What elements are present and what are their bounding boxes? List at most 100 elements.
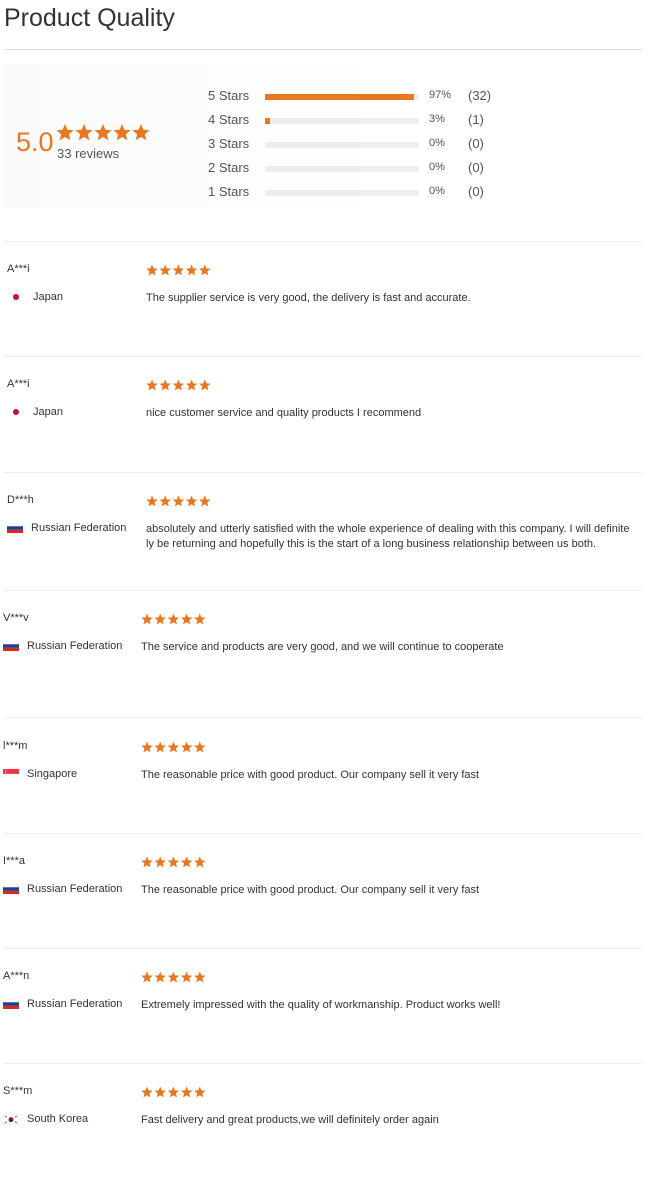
star-icon: [75, 124, 93, 141]
review-text: nice customer service and quality produc…: [146, 406, 421, 421]
review-text-line: The reasonable price with good product. …: [141, 769, 480, 781]
review-text-line: The reasonable price with good product. …: [141, 884, 480, 896]
reviewer-country: Russian Federation: [3, 640, 122, 652]
star-icon: [199, 495, 211, 507]
japan-flag-icon: [13, 409, 19, 415]
average-stars: [56, 124, 152, 147]
south-korea-flag-icon: [3, 1113, 19, 1125]
breakdown-percent: 0%: [429, 185, 445, 197]
review-item: S***m South Korea Fast delivery and great …: [0, 1085, 650, 1199]
country-name: South Korea: [27, 1113, 89, 1125]
reviewer-name: S***m: [3, 1085, 33, 1097]
star-icon: [194, 971, 206, 983]
reviewer-country: Japan: [10, 406, 63, 418]
star-icon: [141, 1086, 153, 1098]
review-rating: [141, 1085, 206, 1103]
review-text: Fast delivery and great products,we will…: [141, 1113, 439, 1128]
review-rating: [146, 494, 211, 512]
country-name: Japan: [33, 291, 63, 303]
review-text: The reasonable price with good product. …: [141, 883, 479, 898]
russia-flag-icon: [3, 884, 19, 894]
review-item: D***h Russian Federation absolutely and ut…: [0, 494, 650, 608]
review-text-line: Extremely impressed with the quality of …: [141, 999, 501, 1011]
star-icon: [94, 124, 112, 141]
reviewer-country: Japan: [10, 291, 63, 303]
star-icon: [132, 124, 150, 141]
review-rating: [146, 378, 211, 396]
breakdown-label: 2 Stars: [208, 160, 250, 175]
review-text-line: The supplier service is very good, the d…: [146, 292, 471, 304]
reviewer-name: l***m: [3, 740, 28, 752]
star-icon: [159, 495, 171, 507]
reviewer-country: Singapore: [3, 768, 77, 780]
star-icon: [154, 971, 166, 983]
star-icon: [185, 379, 198, 391]
star-icon: [199, 379, 211, 391]
star-icon: [141, 971, 153, 983]
review-count: 33 reviews: [57, 146, 120, 161]
star-icon: [56, 124, 74, 141]
star-icon: [113, 124, 131, 141]
breakdown-count: (0): [468, 160, 484, 175]
star-icon: [194, 1086, 206, 1098]
star-icon: [141, 856, 153, 868]
breakdown-bar: [265, 94, 419, 100]
russia-flag-icon: [7, 523, 23, 533]
star-icon: [159, 264, 171, 276]
review-item: A***i Japan The supplier service is very g…: [0, 263, 650, 377]
breakdown-count: (1): [468, 112, 484, 127]
review-rating: [141, 970, 206, 988]
russia-flag-icon: [3, 999, 19, 1009]
reviewer-name: A***n: [3, 970, 30, 982]
russia-flag-icon: [3, 641, 19, 651]
japan-flag-icon: [13, 294, 19, 300]
breakdown-bar: [265, 118, 419, 124]
review-item: A***n Russian Federation Extremely impress…: [0, 970, 650, 1084]
star-icon: [180, 741, 193, 753]
country-name: Russian Federation: [27, 640, 123, 652]
breakdown-label: 1 Stars: [208, 184, 250, 199]
review-rating: [146, 263, 211, 281]
reviewer-name: A***i: [7, 378, 30, 390]
country-name: Japan: [33, 406, 63, 418]
star-icon: [167, 1086, 180, 1098]
review-item: A***i Japan nice customer service and qual…: [0, 378, 650, 492]
star-icon: [172, 379, 185, 391]
star-icon: [154, 613, 166, 625]
star-icon: [167, 971, 180, 983]
star-icon: [185, 495, 198, 507]
star-icon: [141, 741, 153, 753]
star-icon: [146, 379, 158, 391]
title-divider: [4, 49, 642, 50]
reviewer-country: Russian Federation: [3, 998, 122, 1010]
breakdown-label: 4 Stars: [208, 112, 250, 127]
breakdown-bar-fill: [265, 94, 415, 100]
star-icon: [159, 379, 171, 391]
review-rating: [141, 855, 206, 873]
review-text-line: The service and products are very good, …: [141, 641, 504, 653]
breakdown-percent: 3%: [429, 113, 445, 125]
star-icon: [172, 264, 185, 276]
review-text-line: absolutely and utterly satisfied with th…: [146, 523, 630, 535]
reviewer-name: A***i: [7, 263, 30, 275]
star-icon: [199, 264, 211, 276]
star-icon: [185, 264, 198, 276]
country-name: Singapore: [27, 768, 78, 780]
review-text: The supplier service is very good, the d…: [146, 291, 471, 306]
star-icon: [180, 613, 193, 625]
reviewer-country: South Korea: [3, 1113, 88, 1125]
breakdown-bar-fill: [265, 118, 270, 124]
star-icon: [180, 856, 193, 868]
reviewer-name: D***h: [7, 494, 34, 506]
reviewer-name: V***v: [3, 612, 29, 624]
review-item: I***a Russian Federation The reasonable pr…: [0, 855, 650, 969]
breakdown-count: (0): [468, 184, 484, 199]
star-icon: [154, 1086, 166, 1098]
review-divider: [4, 241, 642, 242]
country-name: Russian Federation: [27, 998, 123, 1010]
reviewer-country: Russian Federation: [7, 522, 126, 534]
star-icon: [194, 741, 206, 753]
star-icon: [194, 856, 206, 868]
breakdown-count: (32): [468, 88, 492, 103]
page-title: Product Quality: [4, 4, 175, 32]
